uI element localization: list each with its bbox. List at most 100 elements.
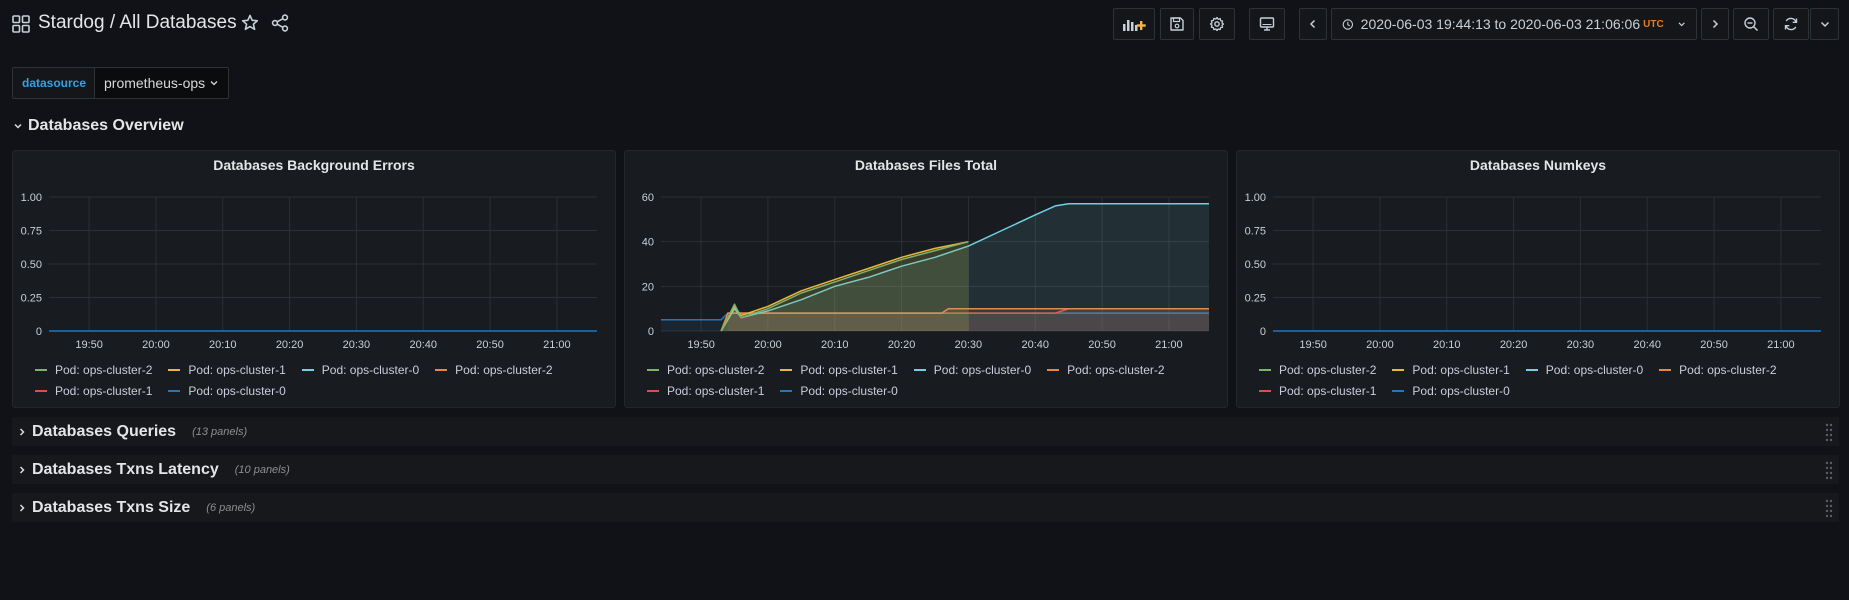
legend-item[interactable]: Pod: ops-cluster-1 xyxy=(1392,362,1510,377)
drag-handle-icon[interactable] xyxy=(1825,498,1833,518)
x-tick-label: 20:40 xyxy=(1633,339,1661,351)
legend: Pod: ops-cluster-2 Pod: ops-cluster-1 Po… xyxy=(1259,359,1819,401)
legend-swatch xyxy=(435,368,448,371)
panel-title[interactable]: Databases Files Total xyxy=(625,157,1227,173)
x-tick-label: 20:50 xyxy=(476,339,504,351)
legend-swatch xyxy=(1047,368,1060,371)
chevron-right-icon xyxy=(19,427,25,436)
legend-label: Pod: ops-cluster-1 xyxy=(55,383,153,398)
legend-swatch xyxy=(1659,368,1672,371)
legend-swatch xyxy=(1392,389,1405,392)
legend-item[interactable]: Pod: ops-cluster-0 xyxy=(780,383,898,398)
drag-handle-icon[interactable] xyxy=(1825,460,1833,480)
legend-label: Pod: ops-cluster-1 xyxy=(1279,383,1377,398)
x-tick-label: 20:10 xyxy=(209,339,237,351)
cycle-view-mode-button[interactable] xyxy=(1249,8,1285,40)
y-tick-label: 0 xyxy=(1260,326,1266,338)
y-tick-label: 0.25 xyxy=(21,293,42,305)
clock-icon xyxy=(1342,18,1354,30)
legend-swatch xyxy=(1259,389,1271,392)
legend-item[interactable]: Pod: ops-cluster-1 xyxy=(647,384,764,398)
y-tick-label: 1.00 xyxy=(21,192,42,204)
x-tick-label: 20:20 xyxy=(276,339,304,351)
legend-label: Pod: ops-cluster-1 xyxy=(1412,362,1510,377)
legend-label: Pod: ops-cluster-0 xyxy=(1545,362,1644,377)
zoom-out-button[interactable] xyxy=(1733,8,1769,40)
refresh-interval-picker[interactable] xyxy=(1810,8,1839,40)
panel-title[interactable]: Databases Background Errors xyxy=(13,157,615,173)
x-tick-label: 20:30 xyxy=(1567,339,1595,351)
share-icon[interactable] xyxy=(270,13,290,33)
refresh-icon xyxy=(1784,17,1798,31)
refresh-button[interactable] xyxy=(1773,8,1809,40)
legend-swatch xyxy=(35,368,47,371)
apps-grid-icon[interactable] xyxy=(12,15,30,33)
chevron-right-icon xyxy=(19,465,25,474)
legend-item[interactable]: Pod: ops-cluster-0 xyxy=(1525,362,1644,377)
time-range-picker[interactable]: 2020-06-03 19:44:13 to 2020-06-03 21:06:… xyxy=(1331,8,1697,40)
legend-item[interactable]: Pod: ops-cluster-1 xyxy=(35,384,152,398)
row-databases-queries[interactable]: Databases Queries (13 panels) xyxy=(12,417,1839,446)
chevron-left-icon xyxy=(1309,19,1316,29)
x-tick-label: 20:00 xyxy=(142,339,170,351)
legend-label: Pod: ops-cluster-2 xyxy=(55,362,153,377)
save-dashboard-button[interactable] xyxy=(1160,8,1194,40)
legend-item[interactable]: Pod: ops-cluster-2 xyxy=(35,363,152,377)
legend-label: Pod: ops-cluster-2 xyxy=(455,362,553,377)
legend-item[interactable]: Pod: ops-cluster-2 xyxy=(435,362,553,377)
y-tick-label: 40 xyxy=(642,237,654,249)
legend-label: Pod: ops-cluster-2 xyxy=(1279,362,1377,377)
chevron-down-icon xyxy=(1678,22,1685,27)
legend-item[interactable]: Pod: ops-cluster-0 xyxy=(301,362,420,377)
legend-item[interactable]: Pod: ops-cluster-0 xyxy=(168,384,286,398)
time-back-button[interactable] xyxy=(1299,8,1327,40)
legend-swatch xyxy=(1525,368,1538,371)
legend: Pod: ops-cluster-2 Pod: ops-cluster-1 Po… xyxy=(35,359,595,401)
x-tick-label: 20:30 xyxy=(343,339,371,351)
legend-item[interactable]: Pod: ops-cluster-0 xyxy=(1392,384,1510,398)
y-tick-label: 0 xyxy=(648,326,654,338)
panel-databases-files-total: 0 20 40 60 19:50 20:00 20:10 20:20 20:30 20:40 20:… xyxy=(624,150,1228,408)
legend-label: Pod: ops-cluster-0 xyxy=(800,383,898,398)
row-databases-overview[interactable]: Databases Overview xyxy=(12,114,184,138)
legend-swatch xyxy=(913,368,926,371)
legend-item[interactable]: Pod: ops-cluster-1 xyxy=(168,363,286,377)
legend-item[interactable]: Pod: ops-cluster-1 xyxy=(780,363,898,377)
legend-swatch xyxy=(168,389,181,392)
y-tick-label: 0.50 xyxy=(1245,259,1266,271)
legend-label: Pod: ops-cluster-2 xyxy=(667,362,765,377)
x-tick-label: 20:50 xyxy=(1700,339,1728,351)
row-title: Databases Txns Latency xyxy=(32,460,219,478)
y-tick-label: 60 xyxy=(642,192,654,204)
legend-item[interactable]: Pod: ops-cluster-2 xyxy=(1259,363,1376,377)
y-tick-label: 1.00 xyxy=(1245,192,1266,204)
drag-handle-icon[interactable] xyxy=(1825,422,1833,442)
legend-item[interactable]: Pod: ops-cluster-1 xyxy=(1259,384,1376,398)
legend-item[interactable]: Pod: ops-cluster-2 xyxy=(1659,362,1777,377)
page-title[interactable]: Stardog / All Databases xyxy=(38,12,237,34)
add-panel-button[interactable] xyxy=(1113,8,1155,40)
datasource-select[interactable]: prometheus-ops xyxy=(94,67,230,99)
legend-label: Pod: ops-cluster-0 xyxy=(321,362,420,377)
legend-item[interactable]: Pod: ops-cluster-0 xyxy=(913,363,1031,377)
legend-item[interactable]: Pod: ops-cluster-2 xyxy=(647,363,764,377)
legend-label: Pod: ops-cluster-2 xyxy=(1679,362,1777,377)
dashboard-settings-button[interactable] xyxy=(1199,8,1235,40)
panel-title[interactable]: Databases Numkeys xyxy=(1237,157,1839,173)
x-tick-label: 20:40 xyxy=(409,339,437,351)
legend-item[interactable]: Pod: ops-cluster-2 xyxy=(1047,363,1165,377)
chevron-right-icon xyxy=(19,503,25,512)
legend-swatch xyxy=(1259,368,1271,371)
star-icon[interactable] xyxy=(240,13,260,33)
row-databases-txns-latency[interactable]: Databases Txns Latency (10 panels) xyxy=(12,455,1839,484)
timezone-label: UTC xyxy=(1643,18,1664,30)
x-tick-label: 20:00 xyxy=(1366,339,1394,351)
y-tick-label: 0 xyxy=(36,326,42,338)
time-forward-button[interactable] xyxy=(1701,8,1729,40)
x-tick-label: 20:40 xyxy=(1021,339,1049,351)
zoom-out-icon xyxy=(1744,17,1759,32)
x-tick-label: 20:10 xyxy=(821,339,849,351)
row-databases-txns-size[interactable]: Databases Txns Size (6 panels) xyxy=(12,493,1839,522)
top-bar: Stardog / All Databases 2020-06-03 19:44… xyxy=(0,0,1849,50)
y-tick-label: 0.75 xyxy=(1245,226,1266,238)
